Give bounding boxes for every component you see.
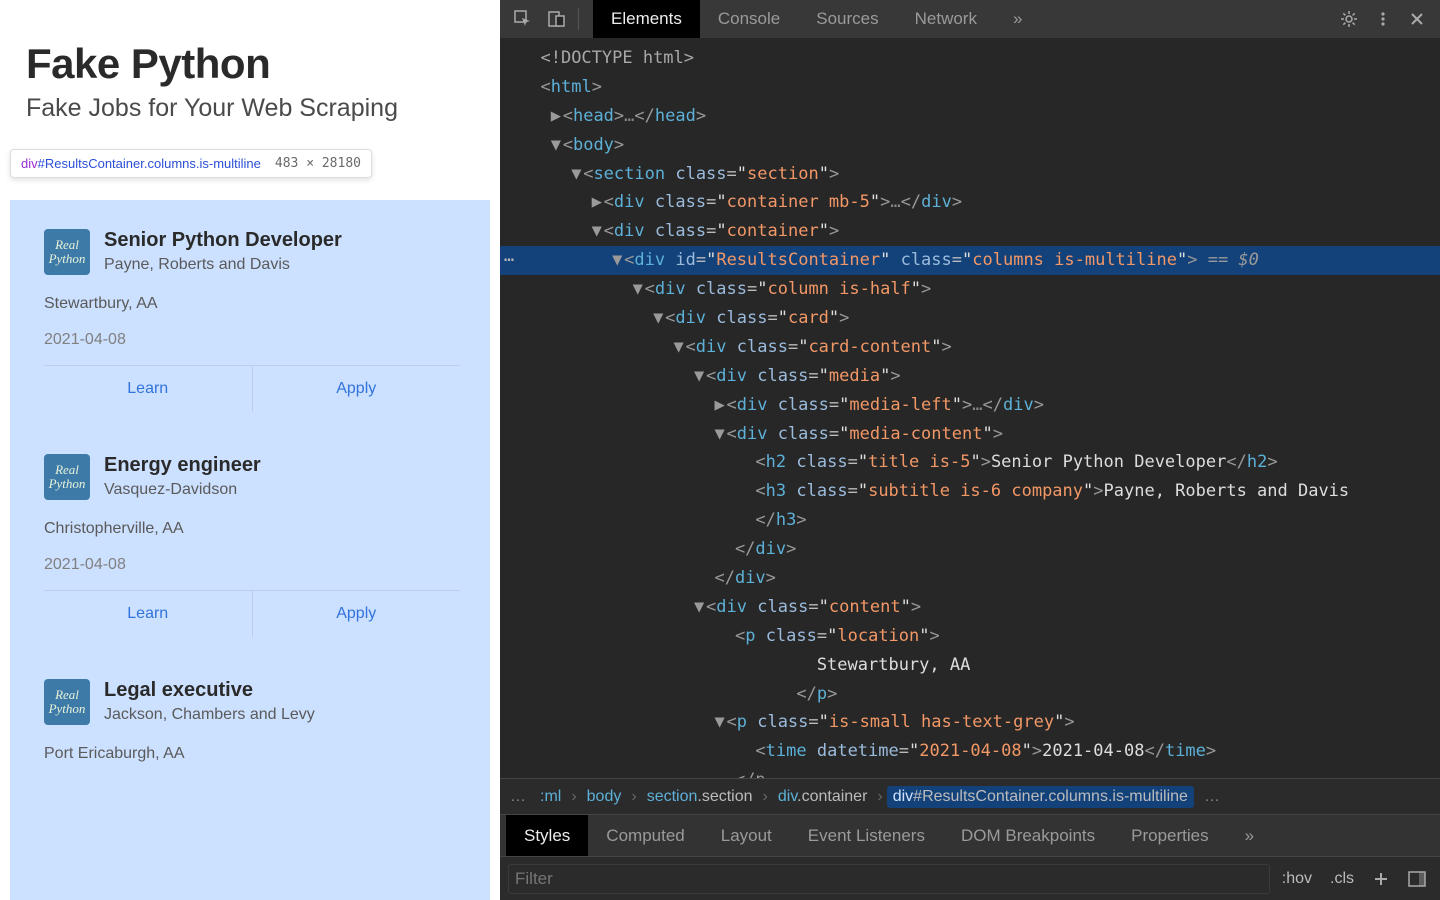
styles-tabs-overflow[interactable]: » [1227, 815, 1272, 856]
breadcrumb-seg[interactable]: :ml [534, 786, 567, 808]
job-company: Vasquez-Davidson [104, 481, 261, 499]
tab-sources[interactable]: Sources [798, 0, 896, 38]
styles-filter-input[interactable] [508, 864, 1270, 894]
hov-toggle[interactable]: :hov [1276, 868, 1318, 890]
breadcrumb-ellipsis: … [510, 788, 526, 806]
job-location: Port Ericaburgh, AA [44, 745, 460, 763]
inspect-tooltip: div#ResultsContainer.columns.is-multilin… [10, 149, 372, 178]
tooltip-selector: #ResultsContainer.columns.is-multiline [38, 156, 261, 171]
logo-text: Real Python [44, 688, 90, 715]
job-location: Stewartbury, AA [44, 295, 460, 313]
job-title: Legal executive [104, 679, 315, 702]
tooltip-dimensions: 483 × 28180 [275, 156, 361, 171]
dom-selected-row[interactable]: ⋯ ▼<div id="ResultsContainer" class="col… [500, 246, 1440, 275]
device-toolbar-icon[interactable] [542, 5, 572, 33]
devtools-topbar: Elements Console Sources Network » [500, 0, 1440, 38]
job-date: 2021-04-08 [44, 556, 460, 574]
tab-elements[interactable]: Elements [593, 0, 700, 38]
logo-text: Real Python [44, 463, 90, 490]
tab-event-listeners[interactable]: Event Listeners [790, 815, 943, 856]
job-logo: Real Python [44, 229, 90, 275]
dom-doctype: <!DOCTYPE html> [540, 48, 694, 68]
job-card: Real Python Energy engineer Vasquez-Davi… [30, 440, 474, 637]
job-logo: Real Python [44, 679, 90, 725]
tab-properties[interactable]: Properties [1113, 815, 1226, 856]
job-title: Senior Python Developer [104, 229, 342, 252]
new-style-rule-icon[interactable] [1366, 865, 1396, 893]
job-date: 2021-04-08 [44, 331, 460, 349]
page-subtitle: Fake Jobs for Your Web Scraping [26, 94, 474, 123]
job-card: Real Python Legal executive Jackson, Cha… [30, 665, 474, 781]
job-title: Energy engineer [104, 454, 261, 477]
elements-breadcrumb[interactable]: … :ml › body › section.section › div.con… [500, 778, 1440, 814]
job-company: Jackson, Chambers and Levy [104, 706, 315, 724]
breadcrumb-seg[interactable]: section.section [641, 786, 759, 808]
kebab-menu-icon[interactable] [1368, 5, 1398, 33]
apply-link[interactable]: Apply [252, 366, 461, 412]
breadcrumb-seg[interactable]: div.container [772, 786, 874, 808]
styles-pane-tabs: Styles Computed Layout Event Listeners D… [500, 814, 1440, 856]
learn-link[interactable]: Learn [44, 591, 252, 637]
page-title: Fake Python [26, 40, 474, 88]
logo-text: Real Python [44, 238, 90, 265]
tooltip-tag: div [21, 156, 38, 171]
elements-tree[interactable]: <!DOCTYPE html> <html> ▶<head>…</head> ▼… [500, 38, 1440, 778]
toggle-sidebar-icon[interactable] [1402, 865, 1432, 893]
tab-styles[interactable]: Styles [506, 815, 588, 856]
settings-gear-icon[interactable] [1334, 5, 1364, 33]
tabs-overflow[interactable]: » [995, 0, 1040, 38]
tab-dom-breakpoints[interactable]: DOM Breakpoints [943, 815, 1113, 856]
inspect-element-icon[interactable] [508, 5, 538, 33]
devtools-panel: Elements Console Sources Network » <!DOC… [500, 0, 1440, 900]
breadcrumb-seg[interactable]: body [581, 786, 628, 808]
apply-link[interactable]: Apply [252, 591, 461, 637]
learn-link[interactable]: Learn [44, 366, 252, 412]
tab-console[interactable]: Console [700, 0, 798, 38]
job-location: Christopherville, AA [44, 520, 460, 538]
styles-filter-bar: :hov .cls [500, 856, 1440, 900]
cls-toggle[interactable]: .cls [1324, 868, 1360, 890]
devtools-tabs: Elements Console Sources Network » [593, 0, 1040, 38]
breadcrumb-trailing: … [1204, 788, 1220, 806]
job-company: Payne, Roberts and Davis [104, 256, 342, 274]
job-logo: Real Python [44, 454, 90, 500]
close-devtools-icon[interactable] [1402, 5, 1432, 33]
tab-network[interactable]: Network [897, 0, 995, 38]
tab-layout[interactable]: Layout [703, 815, 790, 856]
job-cards-container: Real Python Senior Python Developer Payn… [30, 215, 474, 781]
rendered-page-pane: Fake Python Fake Jobs for Your Web Scrap… [0, 0, 500, 900]
job-card: Real Python Senior Python Developer Payn… [30, 215, 474, 412]
tab-computed[interactable]: Computed [588, 815, 702, 856]
breadcrumb-seg-active[interactable]: div#ResultsContainer.columns.is-multilin… [887, 786, 1194, 808]
